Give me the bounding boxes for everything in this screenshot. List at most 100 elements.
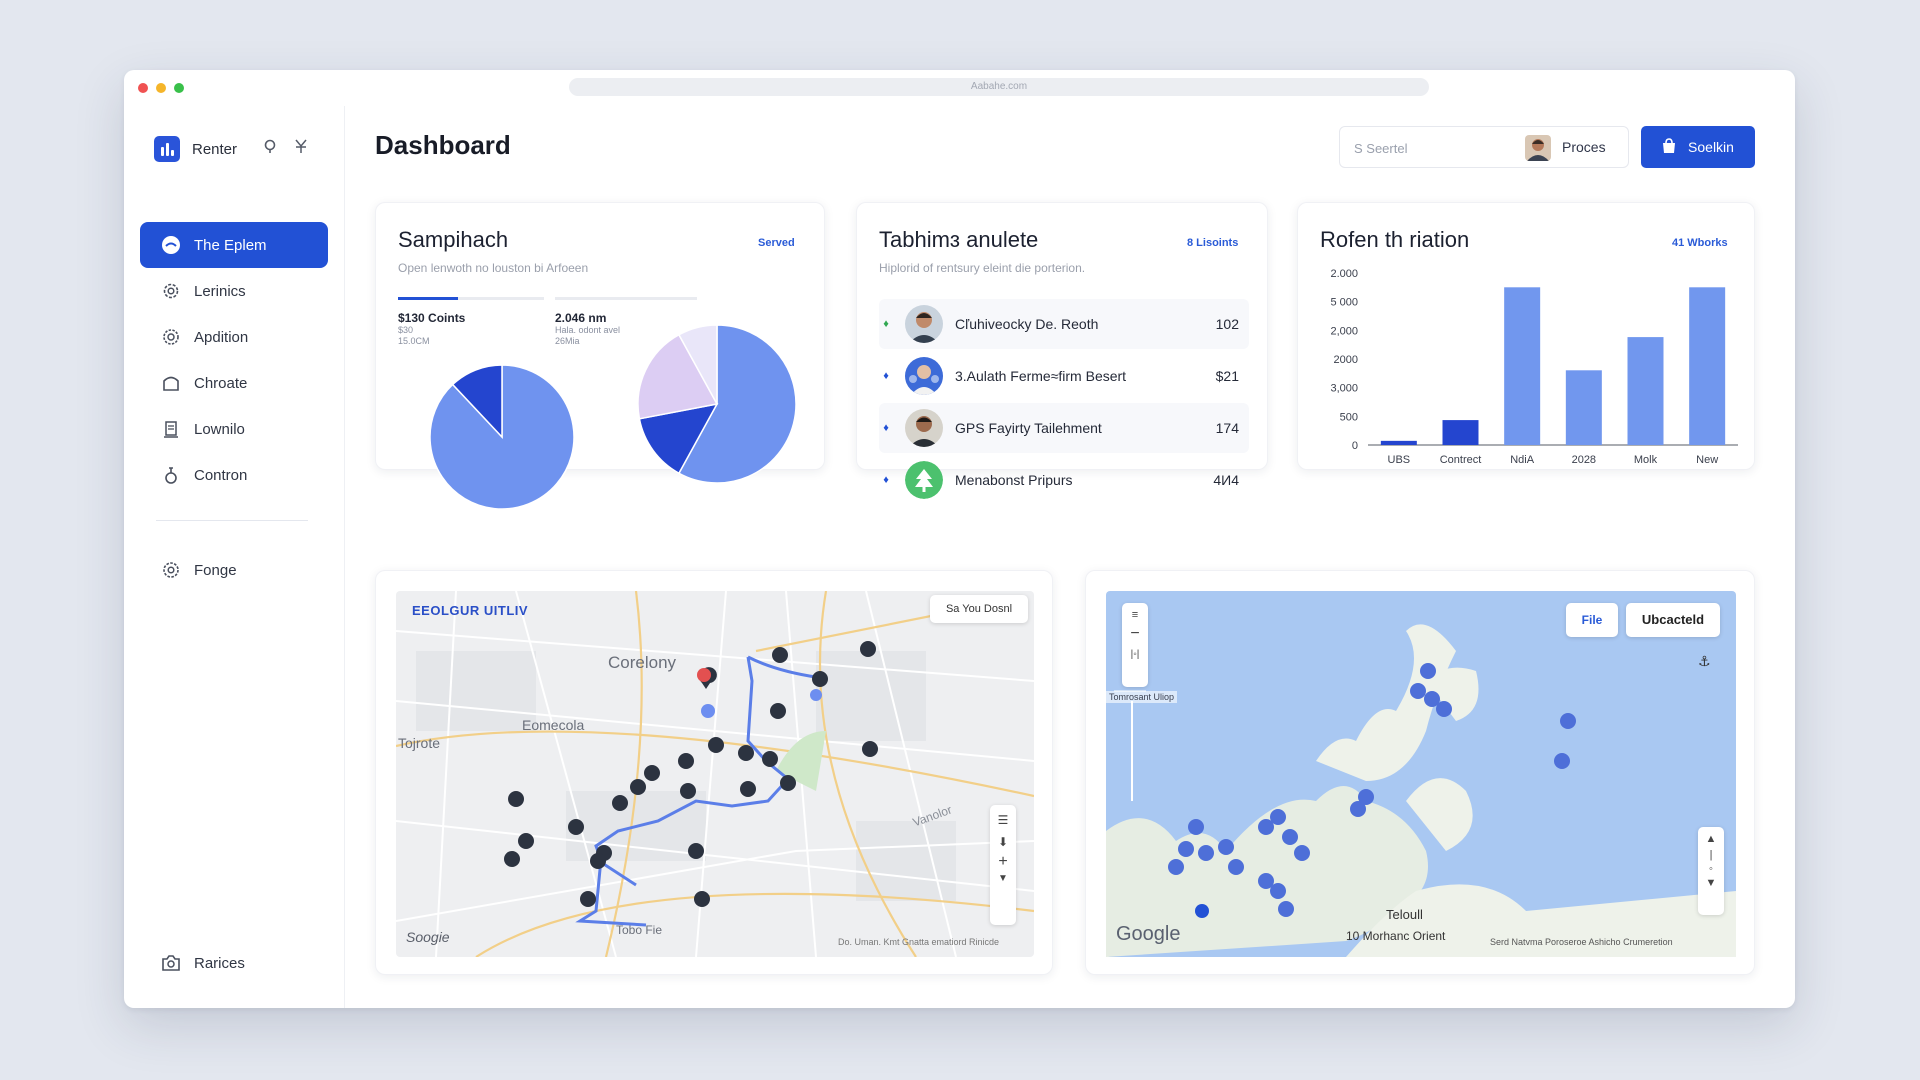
sidebar-item-lerinics[interactable]: Lerinics xyxy=(140,268,328,314)
search-box[interactable]: Proces xyxy=(1339,126,1629,168)
bar[interactable] xyxy=(1504,287,1541,445)
sidebar-item-label: Chroate xyxy=(194,374,248,392)
list-item[interactable]: ♦ GPS Fayirty Tailehment 174 xyxy=(879,403,1249,453)
sidebar-divider xyxy=(156,520,308,521)
y-tick-label: 0 xyxy=(1352,440,1358,452)
flask-icon xyxy=(160,464,182,486)
compass-icon[interactable]: ⚓ xyxy=(1698,653,1711,670)
bar-chart: 0 500 3,000 2000 2,000 5 000 2.000 UBS Contrect N… xyxy=(1330,268,1738,466)
maximize-window-button[interactable] xyxy=(174,83,184,93)
user-avatar[interactable] xyxy=(1525,135,1551,161)
search-icon[interactable] xyxy=(261,138,281,158)
url-bar[interactable]: Aabahe.com xyxy=(569,78,1429,96)
y-tick-label: 2000 xyxy=(1334,354,1358,366)
x-tick-label: NdiA xyxy=(1510,454,1535,466)
route-map[interactable] xyxy=(396,591,1034,957)
map-attribution: Do. Uman. Kmt Gnatta ematiord Rinicde xyxy=(838,937,1000,947)
map-label: Corelony xyxy=(608,653,677,672)
sidebar-item-chroate[interactable]: Chroate xyxy=(140,360,328,406)
list-item[interactable]: ♦ Menabonst Pripurs 4И4 xyxy=(879,455,1249,505)
location-icon[interactable]: ◦ xyxy=(1698,863,1724,875)
sidebar-nav: The Eplem Lerinics Apdition Chroate Lown… xyxy=(140,222,328,593)
card-subtitle: Hiplorid of rentsury eleint die porterio… xyxy=(879,261,1086,275)
primary-action-label: Soelkin xyxy=(1688,139,1734,155)
y-tick-label: 2.000 xyxy=(1330,268,1358,280)
map-overlay-button[interactable]: Sa You Dosnl xyxy=(930,595,1028,623)
ruler-icon[interactable]: |◦| xyxy=(1122,649,1148,660)
brand-name: Renter xyxy=(192,140,238,158)
group-avatar xyxy=(905,357,943,395)
app-window: Aabahe.com Renter The Eplem Lerinics Apd… xyxy=(124,70,1795,1008)
brand[interactable]: Renter xyxy=(154,136,237,162)
bag-icon xyxy=(1662,137,1676,157)
bar[interactable] xyxy=(1627,337,1664,445)
progress-track xyxy=(398,297,544,300)
pie-chart-right xyxy=(637,324,797,484)
list-item[interactable]: ♦ Cľuhiveocky De. Reoth 102 xyxy=(879,299,1249,349)
map-title: EEOLGUR UITLIV xyxy=(412,603,529,618)
sidebar-item-lownilo[interactable]: Lownilo xyxy=(140,406,328,452)
route-map-card: EEOLGUR UITLIV Sa You Dosnl Corelony Eom… xyxy=(375,570,1053,975)
bar[interactable] xyxy=(1442,420,1479,445)
stat-line: $30 xyxy=(398,325,414,335)
bar[interactable] xyxy=(1565,370,1602,445)
map-nav-controls: ▲ | ◦ ▼ xyxy=(1698,827,1724,915)
bar[interactable] xyxy=(1689,287,1726,445)
layers-icon[interactable]: ≡ xyxy=(1122,609,1148,621)
map-label: Tobo Fie xyxy=(616,923,663,937)
stat-line: Hala. odont avel xyxy=(555,325,621,335)
chevron-down-icon[interactable]: ▼ xyxy=(1698,877,1724,889)
card-link[interactable]: 8 Lisoints xyxy=(1187,237,1238,249)
page-title: Dashboard xyxy=(375,130,511,160)
y-tick-label: 2,000 xyxy=(1330,325,1358,337)
pie-charts-card: Sampihach Open lenwoth no louston bi Arf… xyxy=(375,202,825,510)
pie-chart-left xyxy=(429,364,575,510)
arrow-up-icon[interactable]: ▲ xyxy=(1698,833,1724,845)
x-tick-label: Molk xyxy=(1634,454,1658,466)
search-input[interactable] xyxy=(1354,138,1504,158)
divider-icon: | xyxy=(1709,849,1713,861)
layers-icon[interactable]: ☰ xyxy=(990,813,1016,827)
map-tab-file[interactable]: File xyxy=(1566,603,1618,637)
list-item[interactable]: ♦ 3.Aulath Ferme≈firm Besert $21 xyxy=(879,351,1249,401)
map-label: 10 Morhanc Orient xyxy=(1346,929,1446,943)
pin-icon[interactable] xyxy=(291,138,311,158)
sidebar-item-rarices[interactable]: Rarices xyxy=(160,952,245,974)
chevron-down-icon[interactable]: ▼ xyxy=(990,873,1016,884)
sidebar-item-the-eplem[interactable]: The Eplem xyxy=(140,222,328,268)
zoom-out-icon[interactable]: − xyxy=(1122,625,1148,643)
sidebar-item-label: Rarices xyxy=(194,954,245,972)
map-label: Teloull xyxy=(1386,907,1423,922)
sidebar-item-contron[interactable]: Contron xyxy=(140,452,328,498)
pin-icon[interactable]: ⬇ xyxy=(990,835,1016,849)
list-item-value: 174 xyxy=(1215,420,1239,436)
sidebar-item-fonge[interactable]: Fonge xyxy=(140,547,328,593)
map-tab-ubcacteld[interactable]: Ubcacteld xyxy=(1626,603,1720,637)
map-label: Tojrote xyxy=(398,735,441,751)
bar-chart-logo-icon xyxy=(154,136,180,162)
map-zoom-controls: ≡ − |◦| xyxy=(1122,603,1148,687)
sidebar-item-apdition[interactable]: Apdition xyxy=(140,314,328,360)
card-subtitle: Open lenwoth no louston bi Arfoeen xyxy=(398,261,589,275)
minimize-window-button[interactable] xyxy=(156,83,166,93)
close-window-button[interactable] xyxy=(138,83,148,93)
man-avatar-2 xyxy=(905,409,943,447)
sidebar-item-label: Lerinics xyxy=(194,282,246,300)
tree-icon xyxy=(905,461,943,499)
map-attribution: Serd Natvma Poroseroe Ashicho Crumeretio… xyxy=(1490,937,1673,947)
bar[interactable] xyxy=(1380,440,1417,445)
card-link[interactable]: Served xyxy=(758,237,795,249)
stat-line: 26Mia xyxy=(555,336,580,346)
user-label[interactable]: Proces xyxy=(1562,139,1606,155)
region-map[interactable] xyxy=(1106,591,1736,957)
stat-value: 2.046 nm xyxy=(555,311,607,325)
x-tick-label: 2028 xyxy=(1572,454,1596,466)
cog-icon xyxy=(160,326,182,348)
primary-action-button[interactable]: Soelkin xyxy=(1641,126,1755,168)
zoom-in-icon[interactable]: + xyxy=(990,853,1016,871)
bar-chart-card: Rofen th riation 41 Wborks 0 500 3,000 2000… xyxy=(1297,202,1755,470)
camera-icon xyxy=(160,952,182,974)
ranking-list-card: Tabhimɜ anulete Hiplorid of rentsury ele… xyxy=(856,202,1268,499)
card-title: Sampihach xyxy=(398,227,509,252)
stat-value: $130 Coints xyxy=(398,311,466,325)
